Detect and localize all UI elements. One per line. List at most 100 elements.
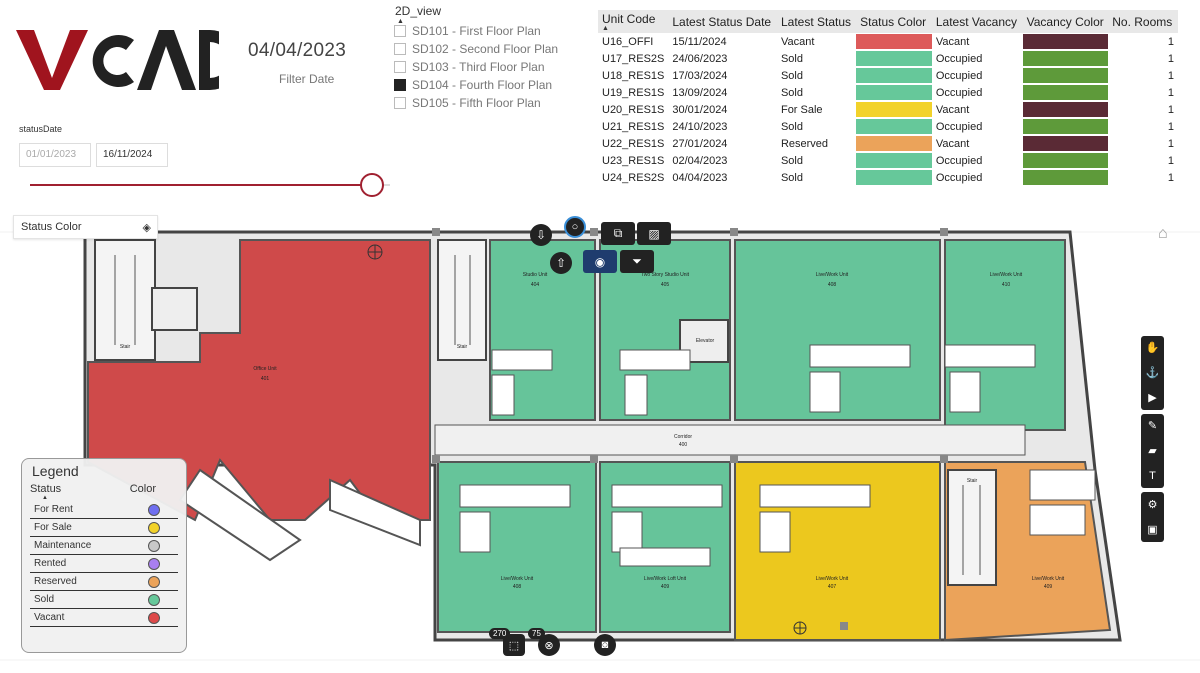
col-latest-status-date[interactable]: Latest Status Date — [668, 10, 777, 33]
level-down-icon[interactable]: ⇩ — [530, 224, 552, 246]
sort-indicator[interactable]: ▲ — [602, 25, 664, 32]
table-row[interactable]: U20_RES1S 30/01/2024 For Sale Vacant 1 — [598, 101, 1178, 118]
legend-color-dot — [148, 521, 160, 534]
nav-toolbar: ✋ ⚓ ▶ — [1141, 336, 1164, 410]
legend-item[interactable]: Reserved — [30, 573, 178, 591]
view-option-sd101[interactable]: SD101 - First Floor Plan — [394, 22, 594, 40]
vacancy-color-swatch — [1022, 84, 1109, 101]
section-icon[interactable]: ○ — [564, 216, 586, 238]
legend-item[interactable]: Sold — [30, 591, 178, 609]
unit-number: 405 — [661, 282, 670, 288]
view-option-label: SD101 - First Floor Plan — [412, 24, 541, 38]
col-unit-code[interactable]: Unit Code ▲ — [598, 10, 669, 33]
col-vacancy-color[interactable]: Vacancy Color — [1022, 10, 1109, 33]
view-option-sd104[interactable]: SD104 - Fourth Floor Plan — [394, 76, 594, 94]
status-color-dropdown[interactable]: Status Color ◈ — [13, 215, 158, 239]
table-row[interactable]: U18_RES1S 17/03/2024 Sold Occupied 1 — [598, 67, 1178, 84]
legend-color-dot — [148, 575, 160, 588]
table-row[interactable]: U19_RES1S 13/09/2024 Sold Occupied 1 — [598, 84, 1178, 101]
measure-icon[interactable]: ✎ — [1148, 419, 1157, 433]
hatch-icon[interactable]: ▨ — [637, 222, 671, 245]
date-range-slider[interactable] — [30, 172, 390, 198]
layers-icon[interactable]: ◈ — [143, 221, 151, 234]
legend-item[interactable]: Maintenance — [30, 537, 178, 555]
rooms-cell: 1 — [1167, 120, 1174, 133]
view-option-sd105[interactable]: SD105 - Fifth Floor Plan — [394, 94, 594, 112]
save-view-icon[interactable]: ◙ — [594, 634, 616, 656]
camera-icon[interactable]: ▶ — [1148, 391, 1156, 405]
view-option-label: SD105 - Fifth Floor Plan — [412, 96, 541, 110]
folder-icon[interactable]: ▰ — [1148, 444, 1156, 458]
col-latest-vacancy[interactable]: Latest Vacancy — [931, 10, 1023, 33]
legend-item-label: Sold — [34, 594, 55, 605]
filter-date-label: Filter Date — [279, 72, 335, 86]
legend-panel[interactable]: Legend Status Color ▲ For Rent For Sale Ma… — [21, 458, 187, 653]
checkbox[interactable] — [394, 97, 406, 109]
vacancy-color-swatch — [1022, 169, 1109, 186]
end-date-input[interactable]: 16/11/2024 — [96, 143, 168, 167]
settings-toolbar: ⚙ ▣ — [1141, 492, 1164, 542]
legend-color-dot — [148, 593, 160, 606]
unit-number: 401 — [261, 376, 270, 382]
status-color-swatch — [856, 101, 932, 118]
start-date-input[interactable]: 01/01/2023 — [19, 143, 91, 167]
table-row[interactable]: U24_RES2S 04/04/2023 Sold Occupied 1 — [598, 169, 1178, 186]
col-status-color[interactable]: Status Color — [856, 10, 932, 33]
rooms-cell: 1 — [1167, 86, 1174, 99]
save-icon[interactable]: ▣ — [1147, 523, 1157, 537]
checkbox[interactable] — [394, 61, 406, 73]
anchor-icon[interactable]: ⚓ — [1146, 366, 1160, 380]
svg-text:400: 400 — [679, 442, 688, 448]
rooms-cell: 1 — [1167, 103, 1174, 116]
vacancy-color-swatch — [1022, 101, 1109, 118]
copy-view-icon[interactable]: ⧉ — [601, 222, 635, 245]
unit-label: Live/Work Unit — [990, 272, 1023, 278]
status-color-swatch — [856, 135, 932, 152]
col-latest-status[interactable]: Latest Status — [776, 10, 857, 33]
view-option-sd102[interactable]: SD102 - Second Floor Plan — [394, 40, 594, 58]
checkbox[interactable] — [394, 43, 406, 55]
table-row[interactable]: U16_OFFI 15/11/2024 Vacant Vacant 1 — [598, 33, 1178, 50]
unit-number: 407 — [828, 584, 837, 590]
checkbox[interactable] — [394, 79, 406, 91]
legend-item[interactable]: Rented — [30, 555, 178, 573]
filtered-count-badge: 75 — [528, 628, 545, 639]
table-row[interactable]: U21_RES1S 24/10/2023 Sold Occupied 1 — [598, 118, 1178, 135]
unit-number: 404 — [531, 282, 540, 288]
status-date-cell: 24/10/2023 — [672, 120, 728, 133]
svg-text:Stair: Stair — [120, 344, 131, 350]
units-table: Unit Code ▲ Latest Status Date Latest Sta… — [598, 10, 1178, 186]
unit-code-cell: U24_RES2S — [602, 171, 665, 184]
table-row[interactable]: U23_RES1S 02/04/2023 Sold Occupied 1 — [598, 152, 1178, 169]
legend-col-status[interactable]: Status — [30, 483, 61, 495]
table-row[interactable]: U17_RES2S 24/06/2023 Sold Occupied 1 — [598, 50, 1178, 67]
vcad-logo — [16, 30, 219, 90]
unit-label: Live/Work Unit — [501, 576, 534, 582]
legend-item[interactable]: For Sale — [30, 519, 178, 537]
unit-label: Live/Work Unit — [816, 576, 849, 582]
home-icon[interactable]: ⌂ — [1158, 225, 1168, 243]
pan-hand-icon[interactable]: ✋ — [1146, 341, 1160, 355]
status-color-swatch — [856, 33, 932, 50]
legend-item-label: Rented — [34, 558, 67, 569]
col-no-rooms[interactable]: No. Rooms — [1108, 10, 1178, 33]
vacancy-cell: Occupied — [935, 86, 983, 99]
text-icon[interactable]: T — [1149, 469, 1156, 483]
isolate-icon[interactable]: ◉ — [583, 250, 617, 273]
legend-item[interactable]: For Rent — [30, 501, 178, 519]
legend-item[interactable]: Vacant — [30, 609, 178, 627]
unit-label: Office Unit — [253, 366, 277, 372]
slider-handle[interactable] — [360, 173, 384, 197]
level-up-icon[interactable]: ⇧ — [550, 252, 572, 274]
status-color-swatch — [856, 67, 932, 84]
unit-label: Live/Work Loft Unit — [644, 576, 687, 582]
checkbox[interactable] — [394, 25, 406, 37]
filter-icon[interactable]: ⏷ — [620, 250, 654, 273]
table-row[interactable]: U22_RES1S 27/01/2024 Reserved Vacant 1 — [598, 135, 1178, 152]
legend-item-label: For Sale — [34, 522, 72, 533]
svg-text:Elevator: Elevator — [696, 338, 715, 344]
rooms-cell: 1 — [1167, 154, 1174, 167]
gear-icon[interactable]: ⚙ — [1148, 498, 1158, 512]
unit-code-cell: U16_OFFI — [602, 35, 654, 48]
view-option-sd103[interactable]: SD103 - Third Floor Plan — [394, 58, 594, 76]
